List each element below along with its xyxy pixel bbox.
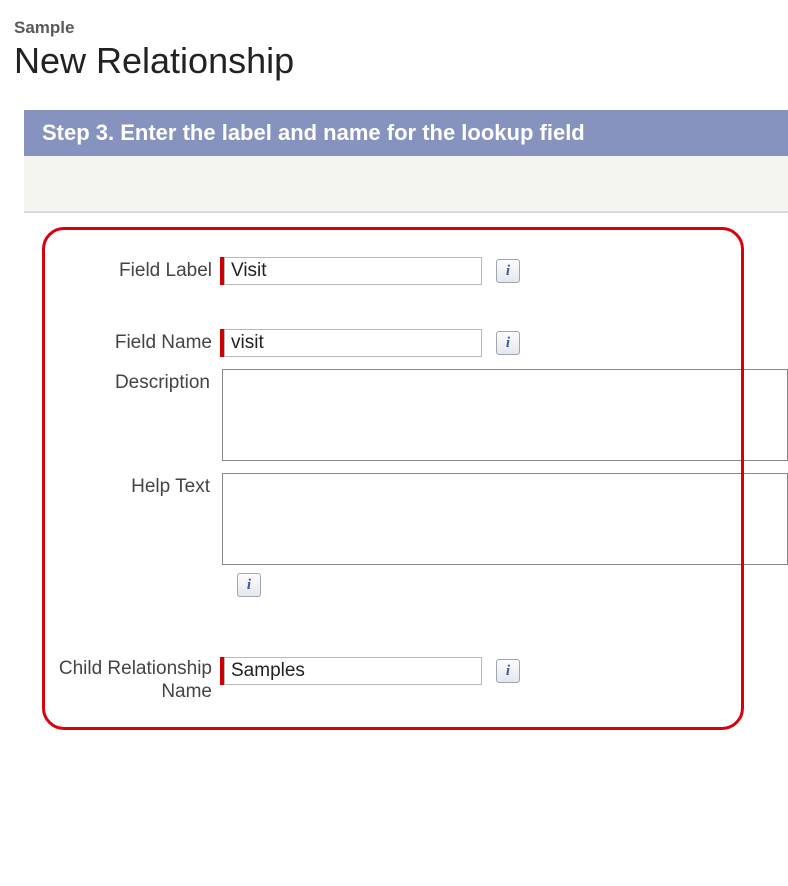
input-field-label[interactable] (224, 257, 482, 285)
row-help-text: Help Text (24, 473, 788, 565)
textarea-help-text[interactable] (222, 473, 788, 565)
page-title: New Relationship (14, 40, 788, 82)
row-field-name: Field Name i (24, 329, 788, 357)
row-field-label: Field Label i (24, 257, 788, 285)
info-icon[interactable]: i (496, 259, 520, 283)
input-field-name[interactable] (224, 329, 482, 357)
step-header: Step 3. Enter the label and name for the… (24, 110, 788, 156)
label-child-relationship-name: Child Relationship Name (24, 657, 220, 704)
info-icon[interactable]: i (496, 331, 520, 355)
input-child-relationship-name[interactable] (224, 657, 482, 685)
info-icon[interactable]: i (237, 573, 261, 597)
row-description: Description (24, 369, 788, 461)
subheader-bar (24, 156, 788, 212)
info-icon[interactable]: i (496, 659, 520, 683)
textarea-description[interactable] (222, 369, 788, 461)
label-help-text: Help Text (24, 473, 218, 498)
label-field-label: Field Label (24, 257, 220, 282)
breadcrumb: Sample (14, 18, 788, 38)
row-help-text-info: i (233, 571, 788, 597)
outer-divider (24, 212, 788, 213)
label-field-name: Field Name (24, 329, 220, 354)
label-description: Description (24, 369, 218, 394)
row-child-relationship-name: Child Relationship Name i (24, 657, 788, 704)
form-section: Field Label i Field Name i Description H… (24, 227, 788, 730)
